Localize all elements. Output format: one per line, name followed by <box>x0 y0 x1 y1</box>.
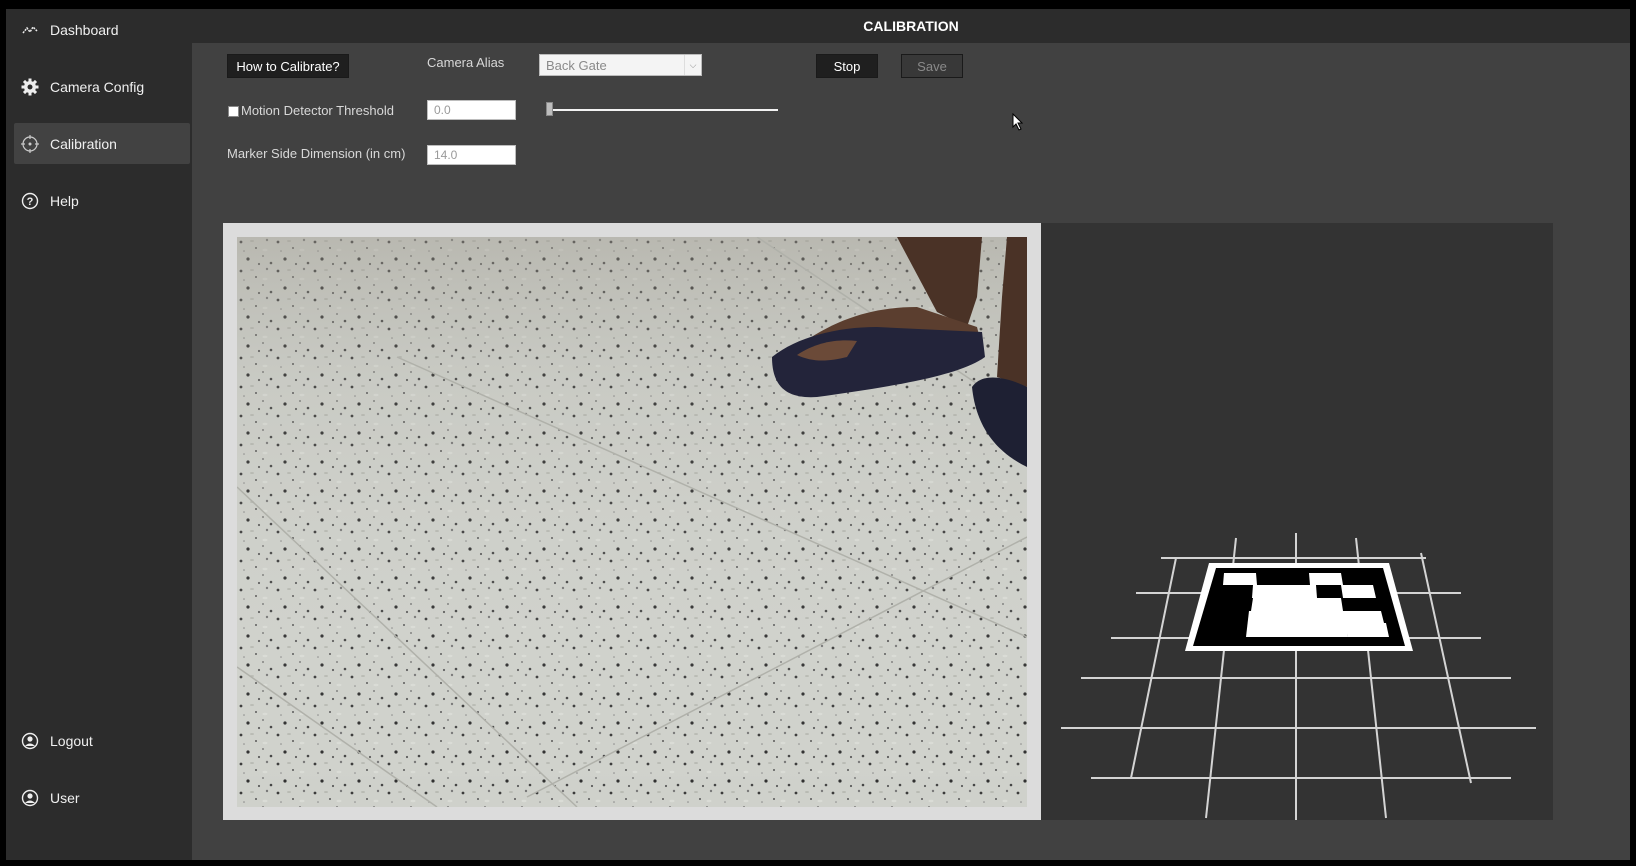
sidebar-item-label: Camera Config <box>50 78 145 95</box>
sidebar-item-label: Help <box>50 192 79 209</box>
sidebar-item-help[interactable]: ? Help <box>14 180 190 221</box>
camera-alias-select[interactable]: Back Gate ⌵ <box>539 54 702 76</box>
motion-threshold-slider[interactable] <box>546 102 778 118</box>
camera-feed-image <box>237 237 1027 807</box>
how-to-calibrate-button[interactable]: How to Calibrate? <box>227 54 349 78</box>
motion-detector-label: Motion Detector Threshold <box>241 103 394 118</box>
app-window: Dashboard Camera Config Calibration ? He… <box>6 9 1630 860</box>
user-icon <box>20 731 40 751</box>
marker-dimension-label: Marker Side Dimension (in cm) <box>227 146 406 161</box>
sidebar-item-label: Calibration <box>50 135 117 152</box>
sidebar-item-label: User <box>50 789 80 806</box>
motion-detector-checkbox[interactable] <box>228 106 239 117</box>
chevron-down-icon: ⌵ <box>684 55 701 75</box>
save-button[interactable]: Save <box>901 54 963 78</box>
user-icon <box>20 788 40 808</box>
sidebar-item-logout[interactable]: Logout <box>14 720 190 761</box>
svg-text:?: ? <box>27 196 34 208</box>
slider-track <box>546 109 778 111</box>
gear-icon <box>20 77 40 97</box>
sidebar-item-dashboard[interactable]: Dashboard <box>14 9 190 50</box>
sidebar-item-user[interactable]: User <box>14 777 190 818</box>
stop-button[interactable]: Stop <box>816 54 878 78</box>
camera-alias-value: Back Gate <box>546 57 607 73</box>
sidebar: Dashboard Camera Config Calibration ? He… <box>6 9 192 860</box>
camera-preview-frame <box>223 223 1041 820</box>
sidebar-item-camera-config[interactable]: Camera Config <box>14 66 190 107</box>
aruco-marker-illustration <box>1061 533 1536 820</box>
crosshair-icon <box>20 134 40 154</box>
sidebar-item-label: Dashboard <box>50 21 119 38</box>
sidebar-item-label: Logout <box>50 732 93 749</box>
page-title: CALIBRATION <box>192 9 1630 43</box>
help-icon: ? <box>20 191 40 211</box>
marker-dimension-field[interactable] <box>427 145 516 165</box>
sidebar-item-calibration[interactable]: Calibration <box>14 123 190 164</box>
calibration-panel: How to Calibrate? Camera Alias Back Gate… <box>192 43 1630 860</box>
camera-alias-label: Camera Alias <box>427 55 505 70</box>
motion-threshold-field[interactable] <box>427 100 516 120</box>
activity-icon <box>20 20 40 40</box>
marker-preview-panel <box>1041 223 1553 820</box>
mouse-pointer-icon <box>1012 112 1024 136</box>
slider-thumb[interactable] <box>546 102 553 116</box>
